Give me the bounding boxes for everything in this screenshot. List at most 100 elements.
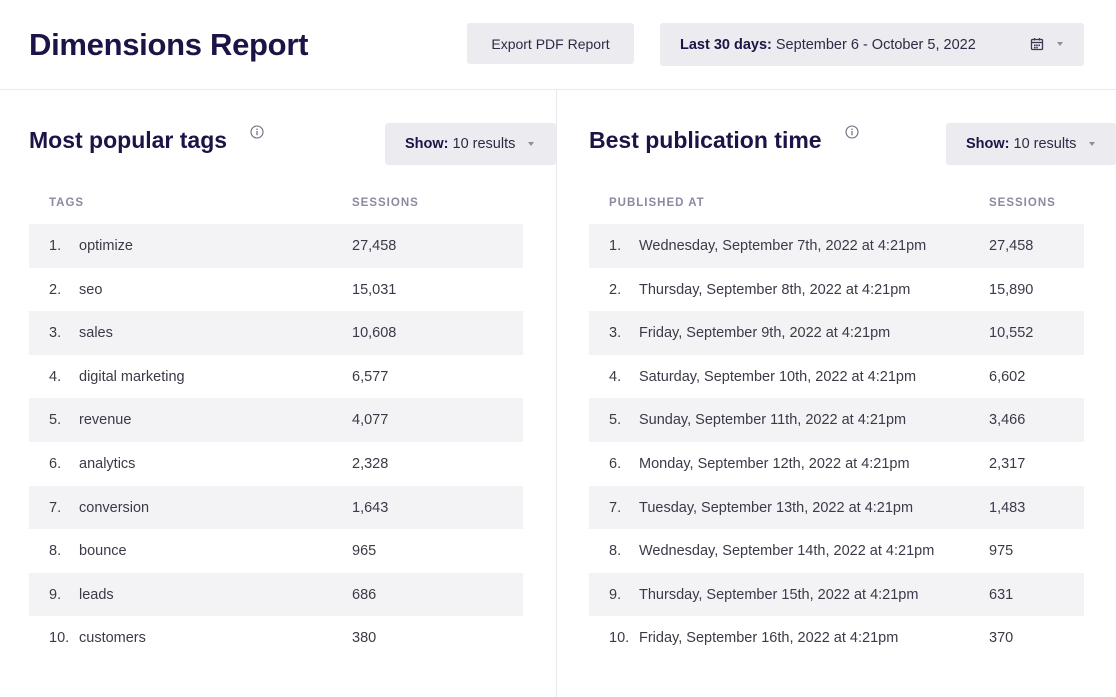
row-rank: 3. — [609, 325, 622, 342]
table-row: 9. leads 686 — [29, 572, 523, 617]
report-header: Dimensions Report Export PDF Report Last… — [0, 0, 1116, 90]
date-range-picker[interactable]: Last 30 days: September 6 - October 5, 2… — [660, 23, 1084, 66]
export-pdf-button[interactable]: Export PDF Report — [467, 23, 634, 64]
table-row: 10. customers 380 — [29, 616, 523, 660]
tags-show-results-select[interactable]: Show: 10 results — [385, 123, 556, 165]
row-label: Thursday, September 8th, 2022 at 4:21pm — [639, 281, 911, 298]
row-sessions: 3,466 — [989, 412, 1026, 429]
publication-time-panel: Best publication time Show: 10 results P… — [557, 90, 1116, 697]
row-rank: 9. — [49, 586, 62, 603]
row-rank: 7. — [609, 499, 622, 516]
table-row: 2. Thursday, September 8th, 2022 at 4:21p… — [589, 268, 1084, 312]
table-row: 1. Wednesday, September 7th, 2022 at 4:21… — [589, 224, 1084, 268]
table-row: 9. Thursday, September 15th, 2022 at 4:21… — [589, 572, 1084, 617]
show-prefix: Show: — [405, 136, 449, 152]
chevron-down-icon — [528, 142, 534, 146]
row-label: Sunday, September 11th, 2022 at 4:21pm — [639, 412, 907, 429]
publication-time-title: Best publication time — [589, 127, 822, 153]
row-rank: 8. — [49, 543, 62, 560]
row-label: leads — [79, 586, 114, 603]
row-rank: 1. — [49, 238, 62, 254]
row-label: optimize — [79, 238, 133, 254]
info-icon[interactable] — [250, 125, 264, 139]
row-label: conversion — [79, 499, 150, 516]
row-sessions: 631 — [989, 586, 1014, 603]
row-rank: 5. — [609, 412, 622, 429]
row-label: revenue — [79, 412, 132, 429]
show-value: 10 results — [1013, 136, 1077, 152]
table-row: 10. Friday, September 16th, 2022 at 4:21p… — [589, 616, 1084, 660]
table-row: 8. bounce 965 — [29, 529, 523, 573]
show-prefix: Show: — [966, 136, 1010, 152]
table-row: 6. analytics 2,328 — [29, 442, 523, 486]
row-sessions: 27,458 — [352, 238, 397, 254]
row-label: customers — [79, 630, 146, 647]
row-rank: 5. — [49, 412, 62, 429]
tags-table: 1. optimize 27,458 2. seo 15,031 3. sales 10,6… — [29, 224, 523, 660]
row-label: Friday, September 9th, 2022 at 4:21pm — [639, 325, 891, 342]
row-label: Saturday, September 10th, 2022 at 4:21pm — [639, 368, 917, 385]
date-range-value: September 6 - October 5, 2022 — [775, 36, 976, 53]
row-label: Monday, September 12th, 2022 at 4:21pm — [639, 455, 910, 472]
row-sessions: 15,890 — [989, 281, 1034, 298]
row-rank: 4. — [609, 368, 622, 385]
row-sessions: 4,077 — [352, 412, 389, 429]
chevron-down-icon — [1089, 142, 1095, 146]
date-range-prefix: Last 30 days: — [680, 36, 772, 53]
row-rank: 2. — [609, 281, 622, 298]
row-sessions: 2,317 — [989, 455, 1026, 472]
row-sessions: 10,552 — [989, 325, 1034, 342]
row-sessions: 10,608 — [352, 325, 397, 342]
table-row: 3. sales 10,608 — [29, 311, 523, 355]
row-label: Friday, September 16th, 2022 at 4:21pm — [639, 630, 899, 647]
calendar-icon — [1030, 38, 1044, 51]
row-label: sales — [79, 325, 113, 342]
info-icon[interactable] — [845, 125, 859, 139]
row-rank: 1. — [609, 238, 622, 254]
row-sessions: 15,031 — [352, 281, 397, 298]
row-rank: 4. — [49, 368, 62, 385]
page-title: Dimensions Report — [29, 27, 309, 62]
publication-show-results-select[interactable]: Show: 10 results — [946, 123, 1116, 165]
table-row: 4. digital marketing 6,577 — [29, 355, 523, 399]
row-label: Wednesday, September 14th, 2022 at 4:21p… — [639, 543, 935, 560]
row-rank: 9. — [609, 586, 622, 603]
table-row: 4. Saturday, September 10th, 2022 at 4:21… — [589, 355, 1084, 399]
table-row: 7. conversion 1,643 — [29, 485, 523, 530]
row-sessions: 1,483 — [989, 499, 1026, 516]
row-sessions: 975 — [989, 543, 1014, 560]
popular-tags-title: Most popular tags — [29, 127, 228, 153]
table-row: 5. Sunday, September 11th, 2022 at 4:21pm… — [589, 398, 1084, 442]
row-rank: 2. — [49, 281, 62, 298]
publication-time-table: 1. Wednesday, September 7th, 2022 at 4:21… — [589, 224, 1084, 660]
column-header-sessions: SESSIONS — [989, 197, 1056, 209]
row-label: Wednesday, September 7th, 2022 at 4:21pm — [639, 238, 927, 254]
table-row: 1. optimize 27,458 — [29, 224, 523, 268]
row-sessions: 1,643 — [352, 499, 389, 516]
column-header-published-at: PUBLISHED AT — [609, 197, 705, 209]
table-row: 3. Friday, September 9th, 2022 at 4:21pm 1… — [589, 311, 1084, 355]
row-rank: 7. — [49, 499, 62, 516]
table-row: 8. Wednesday, September 14th, 2022 at 4:2… — [589, 529, 1084, 573]
row-sessions: 380 — [352, 630, 377, 647]
popular-tags-panel: Most popular tags Show: 10 results TAGS … — [0, 90, 556, 697]
column-header-tags: TAGS — [49, 197, 85, 209]
row-label: bounce — [79, 543, 127, 560]
row-rank: 8. — [609, 543, 622, 560]
row-label: analytics — [79, 455, 136, 472]
row-rank: 10. — [49, 630, 70, 647]
row-sessions: 370 — [989, 630, 1014, 647]
row-rank: 10. — [609, 630, 630, 647]
row-sessions: 6,602 — [989, 368, 1026, 385]
row-sessions: 965 — [352, 543, 377, 560]
chevron-down-icon — [1057, 42, 1063, 46]
table-row: 7. Tuesday, September 13th, 2022 at 4:21p… — [589, 485, 1084, 530]
row-sessions: 686 — [352, 586, 377, 603]
table-row: 6. Monday, September 12th, 2022 at 4:21pm… — [589, 442, 1084, 486]
row-label: seo — [79, 281, 103, 298]
table-row: 5. revenue 4,077 — [29, 398, 523, 442]
row-sessions: 2,328 — [352, 455, 389, 472]
row-sessions: 6,577 — [352, 368, 389, 385]
row-label: Tuesday, September 13th, 2022 at 4:21pm — [639, 499, 914, 516]
row-rank: 3. — [49, 325, 62, 342]
